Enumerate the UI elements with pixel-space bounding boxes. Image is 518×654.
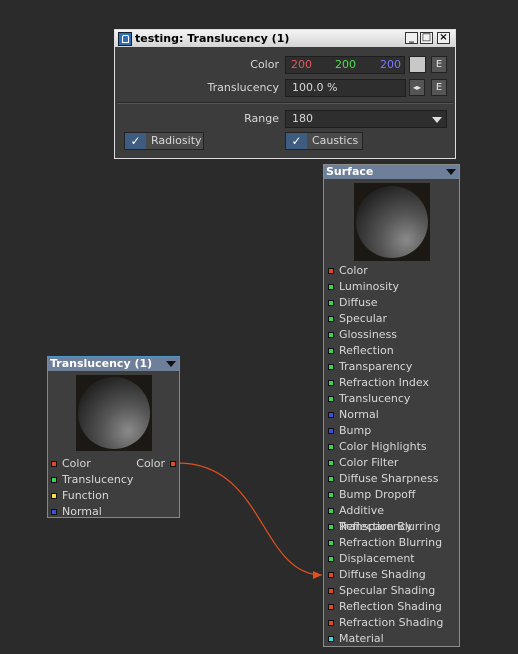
input-connector-icon[interactable]: [328, 524, 334, 530]
input-label: Luminosity: [339, 280, 399, 293]
input-translucency[interactable]: Translucency: [324, 391, 459, 407]
output-label: Color: [136, 457, 165, 470]
preview-sphere: [356, 186, 428, 258]
input-label: Diffuse Sharpness: [339, 472, 439, 485]
input-connector-icon[interactable]: [328, 604, 334, 610]
input-color[interactable]: Color Color: [48, 456, 179, 472]
input-label: Specular Shading: [339, 584, 436, 597]
input-connector-icon[interactable]: [328, 348, 334, 354]
input-luminosity[interactable]: Luminosity: [324, 279, 459, 295]
input-connector-icon[interactable]: [328, 476, 334, 482]
input-label: Diffuse Shading: [339, 568, 426, 581]
input-translucency[interactable]: Translucency: [48, 472, 179, 488]
input-normal[interactable]: Normal: [48, 504, 179, 520]
input-connector-icon[interactable]: [328, 284, 334, 290]
input-label: Color Filter: [339, 456, 399, 469]
surface-node-title: Surface: [326, 165, 374, 178]
input-reflection-shading[interactable]: Reflection Shading: [324, 599, 459, 615]
input-connector-icon[interactable]: [51, 477, 57, 483]
input-connector-icon[interactable]: [328, 428, 334, 434]
input-connector-icon[interactable]: [51, 493, 57, 499]
input-label: Translucency: [339, 392, 411, 405]
input-connector-icon[interactable]: [328, 460, 334, 466]
input-diffuse[interactable]: Diffuse: [324, 295, 459, 311]
input-label: Reflection Shading: [339, 600, 442, 613]
input-label: Diffuse: [339, 296, 378, 309]
input-label: Specular: [339, 312, 388, 325]
input-connector-icon[interactable]: [328, 380, 334, 386]
preview-sphere: [78, 377, 150, 449]
input-color[interactable]: Color: [324, 263, 459, 279]
node-menu-arrow-icon[interactable]: [166, 361, 176, 367]
input-label: Normal: [62, 505, 102, 518]
input-connector-icon[interactable]: [328, 540, 334, 546]
input-refraction-shading[interactable]: Refraction Shading: [324, 615, 459, 631]
input-label: Refraction Shading: [339, 616, 444, 629]
input-connector-icon[interactable]: [328, 620, 334, 626]
input-displacement[interactable]: Displacement: [324, 551, 459, 567]
input-connector-icon[interactable]: [328, 316, 334, 322]
input-label: Color Highlights: [339, 440, 427, 453]
input-refraction-index[interactable]: Refraction Index: [324, 375, 459, 391]
input-color-highlights[interactable]: Color Highlights: [324, 439, 459, 455]
input-connector-icon[interactable]: [328, 556, 334, 562]
input-connector-icon[interactable]: [51, 461, 57, 467]
input-connector-icon[interactable]: [328, 332, 334, 338]
input-diffuse-shading[interactable]: Diffuse Shading: [324, 567, 459, 583]
translucency-node[interactable]: Translucency (1) Color Color Translucency F…: [47, 356, 180, 518]
input-connector-icon[interactable]: [51, 509, 57, 515]
input-label: Function: [62, 489, 109, 502]
input-label: Material: [339, 632, 384, 645]
input-connector-icon[interactable]: [328, 396, 334, 402]
input-additive-transparency[interactable]: Additive Transparency: [324, 503, 459, 533]
input-label: Normal: [339, 408, 379, 421]
translucency-node-title: Translucency (1): [50, 357, 153, 370]
input-refraction-blurring[interactable]: Refraction Blurring: [324, 535, 459, 551]
surface-node-header[interactable]: Surface: [324, 165, 459, 179]
output-connector-icon[interactable]: [170, 461, 176, 467]
input-specular-shading[interactable]: Specular Shading: [324, 583, 459, 599]
input-glossiness[interactable]: Glossiness: [324, 327, 459, 343]
surface-preview: [354, 183, 430, 261]
input-label: Displacement: [339, 552, 415, 565]
node-menu-arrow-icon[interactable]: [446, 169, 456, 175]
input-label: Reflection Blurring: [339, 520, 441, 533]
input-color-filter[interactable]: Color Filter: [324, 455, 459, 471]
input-function[interactable]: Function: [48, 488, 179, 504]
input-label: Color: [339, 264, 368, 277]
input-bump-dropoff[interactable]: Bump Dropoff: [324, 487, 459, 503]
input-reflection-blurring[interactable]: Reflection Blurring: [324, 519, 459, 535]
input-label: Color: [62, 457, 91, 470]
input-connector-icon[interactable]: [328, 364, 334, 370]
translucency-preview: [76, 375, 152, 451]
input-connector-icon[interactable]: [328, 572, 334, 578]
input-label: Bump: [339, 424, 372, 437]
input-material[interactable]: Material: [324, 631, 459, 647]
input-reflection[interactable]: Reflection: [324, 343, 459, 359]
input-connector-icon[interactable]: [328, 588, 334, 594]
input-connector-icon[interactable]: [328, 268, 334, 274]
input-label: Bump Dropoff: [339, 488, 416, 501]
input-label: Reflection: [339, 344, 394, 357]
input-connector-icon[interactable]: [328, 492, 334, 498]
surface-node[interactable]: Surface Color Luminosity Diffuse Specular Gl…: [323, 164, 460, 647]
input-label: Refraction Blurring: [339, 536, 443, 549]
input-transparency[interactable]: Transparency: [324, 359, 459, 375]
input-label: Transparency: [339, 360, 413, 373]
input-connector-icon[interactable]: [328, 444, 334, 450]
input-label: Refraction Index: [339, 376, 429, 389]
input-label: Translucency: [62, 473, 134, 486]
input-connector-icon[interactable]: [328, 508, 334, 514]
input-label: Glossiness: [339, 328, 398, 341]
input-connector-icon[interactable]: [328, 412, 334, 418]
input-diffuse-sharpness[interactable]: Diffuse Sharpness: [324, 471, 459, 487]
input-normal[interactable]: Normal: [324, 407, 459, 423]
input-bump[interactable]: Bump: [324, 423, 459, 439]
translucency-node-header[interactable]: Translucency (1): [48, 357, 179, 371]
input-connector-icon[interactable]: [328, 636, 334, 642]
input-connector-icon[interactable]: [328, 300, 334, 306]
input-specular[interactable]: Specular: [324, 311, 459, 327]
